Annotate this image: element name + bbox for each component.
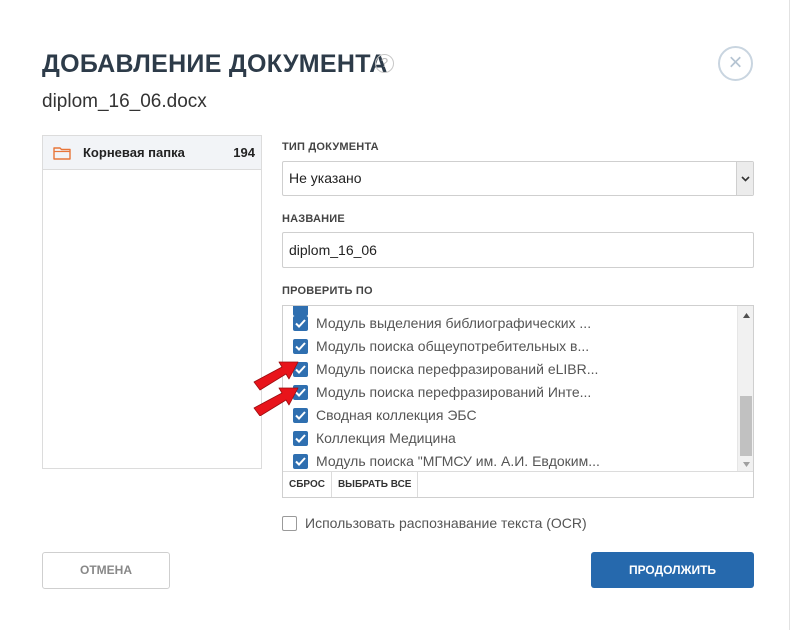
chevron-down-icon: [736, 162, 753, 195]
cancel-button[interactable]: ОТМЕНА: [42, 552, 170, 589]
scroll-down-arrow-icon[interactable]: [738, 457, 753, 471]
add-document-dialog: ДОБАВЛЕНИЕ ДОКУМЕНТА ? diplom_16_06.docx…: [0, 0, 790, 630]
reset-button[interactable]: СБРОС: [283, 472, 332, 497]
check-item-label: Модуль поиска перефразирований eLIBR...: [316, 361, 599, 377]
list-scrollbar[interactable]: [737, 306, 753, 472]
check-by-list: Модуль выделения библиографических ... М…: [282, 305, 754, 498]
name-input[interactable]: [282, 232, 754, 268]
close-icon: ×: [728, 49, 743, 76]
document-filename: diplom_16_06.docx: [42, 91, 207, 112]
check-item[interactable]: Модуль поиска перефразирований Инте...: [293, 381, 591, 403]
ocr-checkbox[interactable]: [282, 515, 297, 531]
continue-button[interactable]: ПРОДОЛЖИТЬ: [591, 552, 754, 588]
check-item[interactable]: Модуль выделения библиографических ...: [293, 312, 591, 334]
check-item[interactable]: Сводная коллекция ЭБС: [293, 404, 477, 426]
folder-label: Корневая папка: [83, 145, 185, 160]
check-item-label: Модуль поиска перефразирований Инте...: [316, 384, 592, 400]
checkbox-checked[interactable]: [293, 430, 308, 446]
annotation-arrows-icon: [253, 361, 299, 416]
scroll-up-arrow-icon[interactable]: [738, 308, 753, 322]
check-item-label: Модуль выделения библиографических ...: [316, 315, 592, 331]
check-item[interactable]: Коллекция Медицина: [293, 427, 456, 449]
folder-item-root[interactable]: Корневая папка 194: [43, 136, 261, 170]
name-label: НАЗВАНИЕ: [282, 213, 345, 225]
check-item[interactable]: Модуль поиска перефразирований eLIBR...: [293, 358, 598, 380]
dialog-title: ДОБАВЛЕНИЕ ДОКУМЕНТА: [42, 50, 388, 78]
check-item-label: Модуль поиска общеупотребительных в...: [316, 338, 590, 354]
check-list-footer: СБРОС ВЫБРАТЬ ВСЕ: [283, 471, 753, 497]
check-by-label: ПРОВЕРИТЬ ПО: [282, 285, 373, 297]
doc-type-label: ТИП ДОКУМЕНТА: [282, 141, 379, 153]
help-icon[interactable]: ?: [375, 54, 394, 73]
checkbox-checked[interactable]: [293, 453, 308, 469]
scroll-thumb[interactable]: [740, 396, 752, 456]
doc-type-value: Не указано: [289, 170, 362, 186]
check-item-label: Сводная коллекция ЭБС: [316, 407, 477, 423]
ocr-option[interactable]: Использовать распознавание текста (OCR): [282, 515, 587, 531]
check-item-label: Коллекция Медицина: [316, 430, 456, 446]
folder-icon: [53, 146, 71, 160]
check-item[interactable]: Модуль поиска "МГМСУ им. А.И. Евдоким...: [293, 450, 600, 472]
doc-type-select[interactable]: Не указано: [282, 161, 754, 196]
select-all-button[interactable]: ВЫБРАТЬ ВСЕ: [332, 472, 419, 497]
check-item-label: Модуль поиска "МГМСУ им. А.И. Евдоким...: [316, 453, 600, 469]
close-button[interactable]: ×: [718, 46, 753, 81]
folder-tree: Корневая папка 194: [42, 135, 262, 469]
checkbox-checked[interactable]: [293, 315, 308, 331]
check-by-items: Модуль выделения библиографических ... М…: [283, 306, 737, 472]
ocr-label: Использовать распознавание текста (OCR): [305, 515, 587, 531]
check-item[interactable]: Модуль поиска общеупотребительных в...: [293, 335, 589, 357]
folder-count: 194: [233, 145, 255, 160]
